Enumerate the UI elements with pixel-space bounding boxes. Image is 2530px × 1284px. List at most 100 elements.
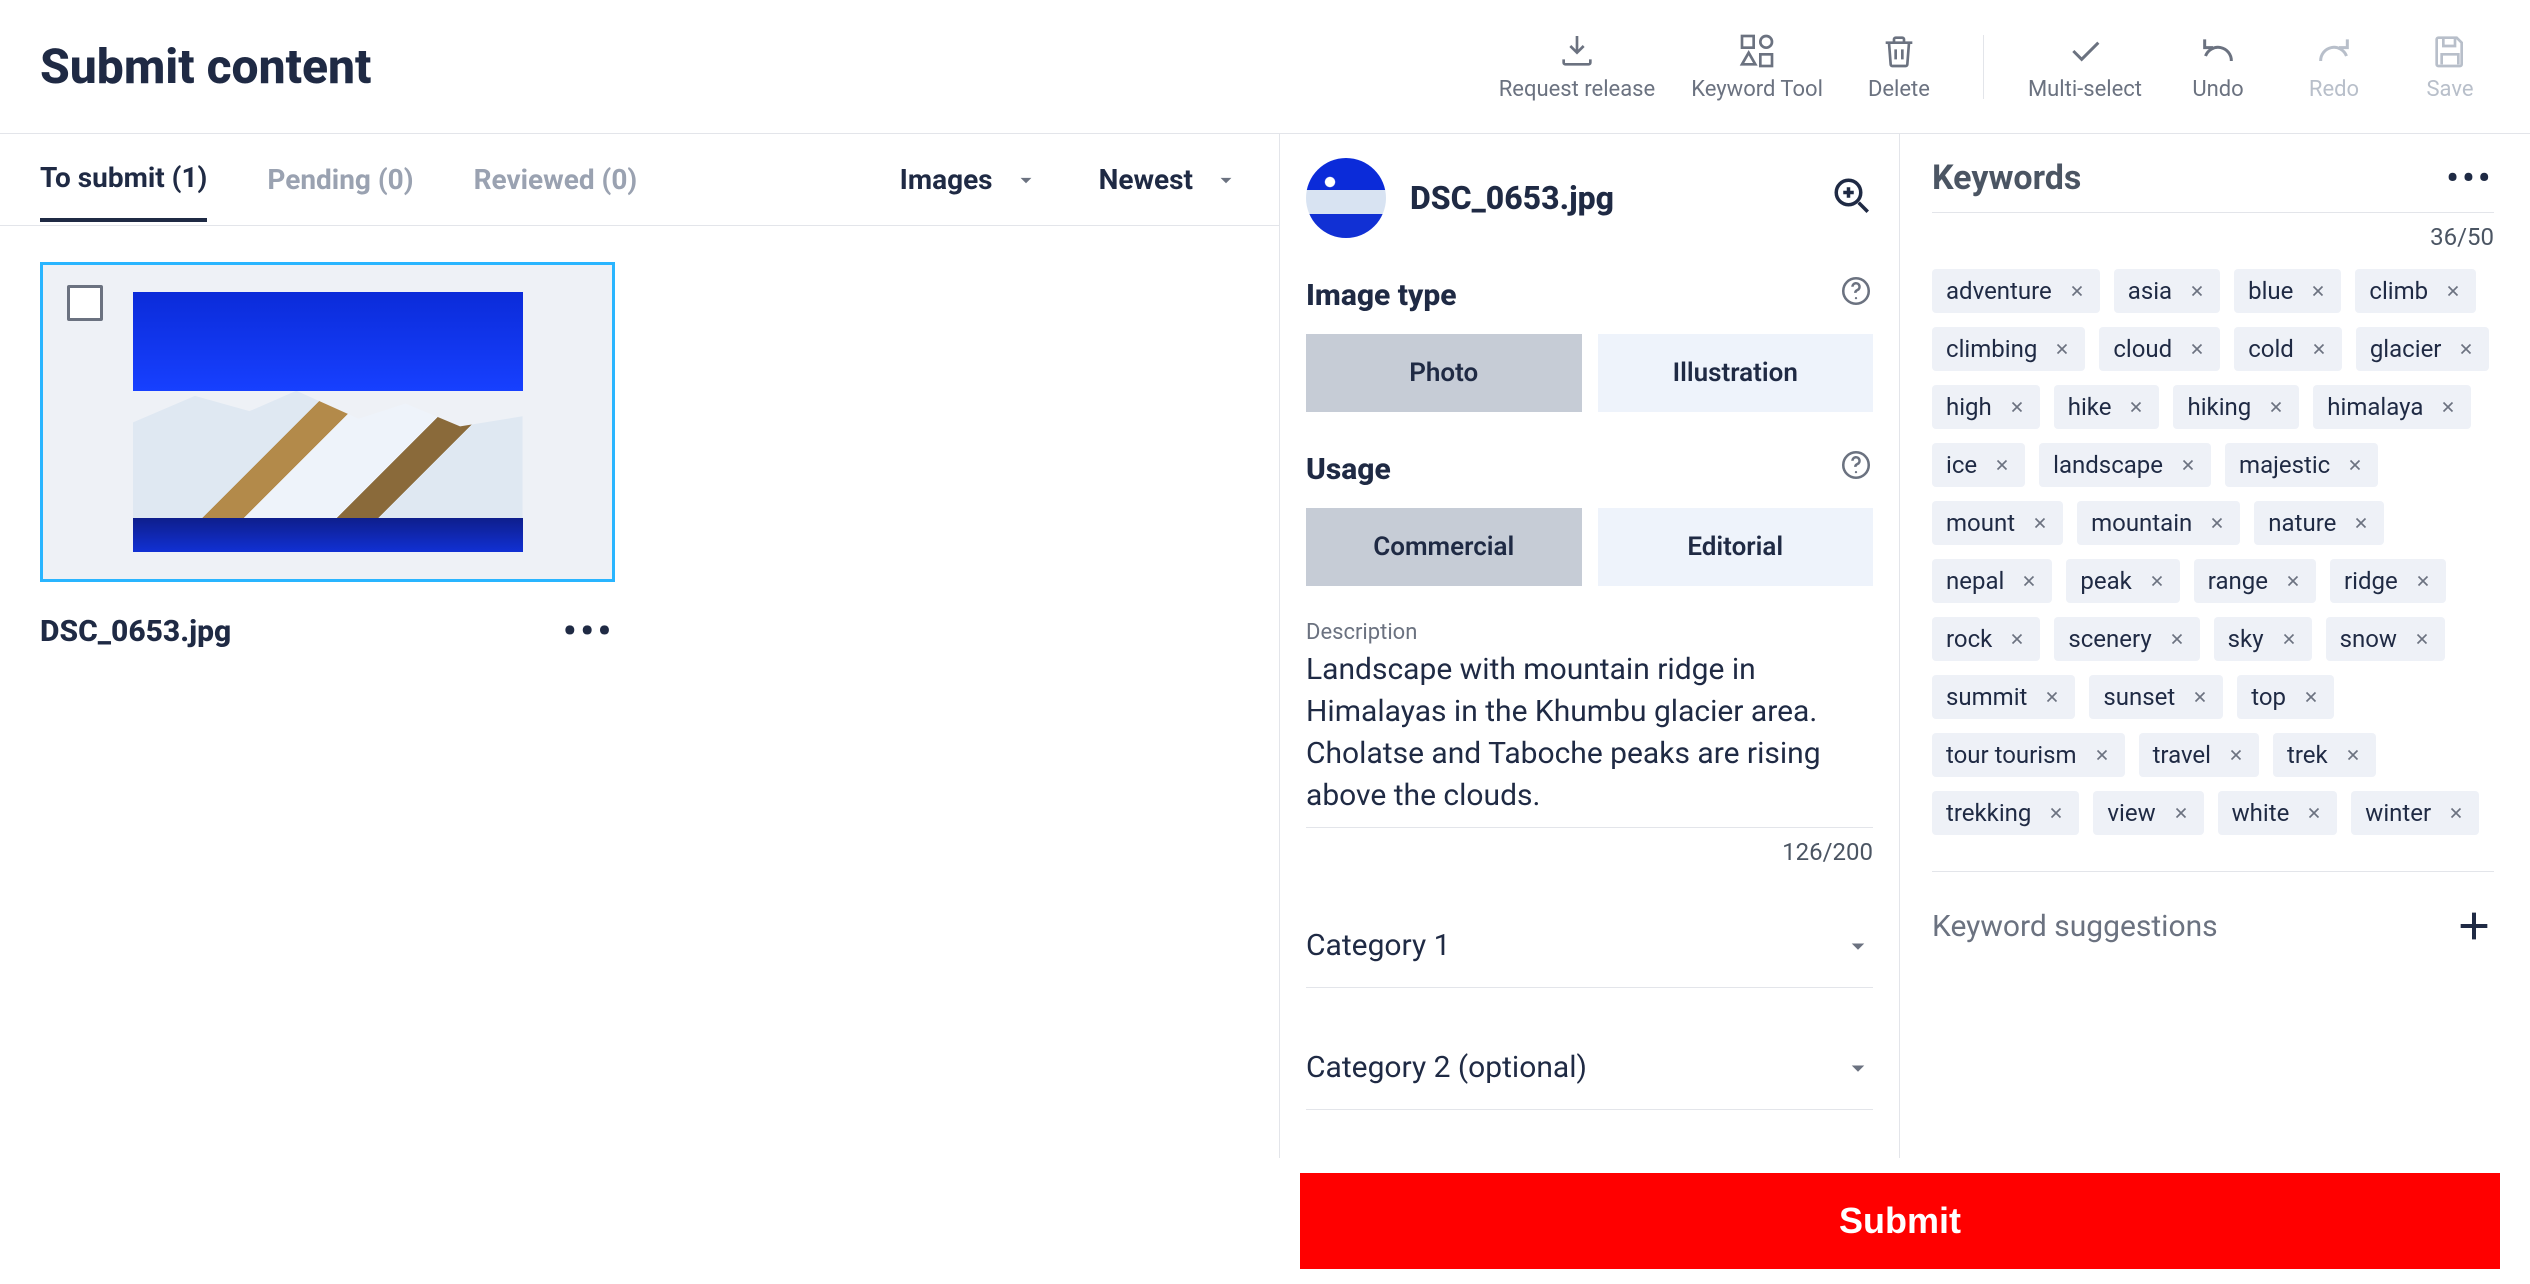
keyword-chip-remove[interactable] — [2148, 572, 2166, 590]
keyword-chip-remove[interactable] — [2310, 340, 2328, 358]
keyword-chip-remove[interactable] — [2179, 456, 2197, 474]
keyword-chip-remove[interactable] — [2414, 572, 2432, 590]
keyword-chip-remove[interactable] — [2302, 688, 2320, 706]
keyword-chip[interactable]: winter — [2351, 791, 2479, 835]
submit-button[interactable]: Submit — [1300, 1173, 2500, 1269]
keyword-chip[interactable]: peak — [2066, 559, 2179, 603]
keyword-chip-remove[interactable] — [2020, 572, 2038, 590]
request-release-button[interactable]: Request release — [1499, 31, 1655, 102]
keyword-chip-remove[interactable] — [2284, 572, 2302, 590]
keyword-chip-remove[interactable] — [2352, 514, 2370, 532]
zoom-button[interactable] — [1831, 175, 1873, 221]
category1-select[interactable]: Category 1 — [1306, 904, 1873, 988]
keyword-chip-remove[interactable] — [2280, 630, 2298, 648]
keyword-chip[interactable]: adventure — [1932, 269, 2100, 313]
keyword-chip-remove[interactable] — [2188, 340, 2206, 358]
keyword-chip[interactable]: view — [2093, 791, 2203, 835]
keyword-chip-remove[interactable] — [2168, 630, 2186, 648]
keywords-more-button[interactable]: ••• — [2446, 159, 2494, 197]
undo-button[interactable]: Undo — [2178, 31, 2258, 102]
thumbnail-card[interactable]: DSC_0653.jpg ••• — [40, 262, 615, 652]
keyword-chip[interactable]: hike — [2054, 385, 2160, 429]
keyword-chip-remove[interactable] — [2172, 804, 2190, 822]
keyword-chip[interactable]: nature — [2254, 501, 2384, 545]
save-button[interactable]: Save — [2410, 31, 2490, 102]
keyword-chip[interactable]: high — [1932, 385, 2040, 429]
keyword-chip-remove[interactable] — [2188, 282, 2206, 300]
keyword-chip-remove[interactable] — [2191, 688, 2209, 706]
usage-editorial[interactable]: Editorial — [1598, 508, 1874, 586]
keyword-chip-remove[interactable] — [2127, 398, 2145, 416]
keyword-chip[interactable]: hiking — [2173, 385, 2299, 429]
keyword-chip-remove[interactable] — [2447, 804, 2465, 822]
keyword-chip-remove[interactable] — [2444, 282, 2462, 300]
tab-to-submit[interactable]: To submit (1) — [40, 161, 207, 222]
keyword-chip[interactable]: majestic — [2225, 443, 2378, 487]
keyword-chip-remove[interactable] — [2305, 804, 2323, 822]
keyword-chip[interactable]: range — [2194, 559, 2316, 603]
keyword-chip[interactable]: mountain — [2077, 501, 2240, 545]
delete-button[interactable]: Delete — [1859, 31, 1939, 102]
filter-sort[interactable]: Newest — [1099, 163, 1239, 196]
keyword-chip[interactable]: nepal — [1932, 559, 2052, 603]
keyword-chip[interactable]: white — [2218, 791, 2338, 835]
image-type-help[interactable] — [1839, 274, 1873, 316]
keyword-chip[interactable]: mount — [1932, 501, 2063, 545]
keyword-chip-remove[interactable] — [2031, 514, 2049, 532]
keyword-chip[interactable]: summit — [1932, 675, 2075, 719]
keyword-chip-remove[interactable] — [2047, 804, 2065, 822]
usage-help[interactable] — [1839, 448, 1873, 490]
category2-select[interactable]: Category 2 (optional) — [1306, 1026, 1873, 1110]
keyword-chip-remove[interactable] — [2227, 746, 2245, 764]
keyword-chip[interactable]: sunset — [2089, 675, 2223, 719]
keyword-chip[interactable]: climbing — [1932, 327, 2085, 371]
keyword-chip[interactable]: snow — [2326, 617, 2445, 661]
redo-button[interactable]: Redo — [2294, 31, 2374, 102]
keyword-chip[interactable]: trekking — [1932, 791, 2079, 835]
keyword-chip[interactable]: sky — [2214, 617, 2312, 661]
keyword-chip-remove[interactable] — [2344, 746, 2362, 764]
thumbnail-checkbox[interactable] — [67, 285, 103, 321]
tab-pending[interactable]: Pending (0) — [267, 163, 413, 220]
keyword-chip[interactable]: trek — [2273, 733, 2376, 777]
tab-reviewed[interactable]: Reviewed (0) — [474, 163, 638, 220]
keyword-chip[interactable]: glacier — [2356, 327, 2490, 371]
keyword-chip[interactable]: himalaya — [2313, 385, 2471, 429]
keyword-chip[interactable]: scenery — [2054, 617, 2199, 661]
keyword-chip-remove[interactable] — [2008, 630, 2026, 648]
keyword-chip[interactable]: ice — [1932, 443, 2025, 487]
usage-commercial[interactable]: Commercial — [1306, 508, 1582, 586]
keyword-chip[interactable]: cloud — [2099, 327, 2220, 371]
keyword-chip-remove[interactable] — [2093, 746, 2111, 764]
keyword-chip-remove[interactable] — [2053, 340, 2071, 358]
keyword-chip[interactable]: rock — [1932, 617, 2040, 661]
keyword-chip-remove[interactable] — [2439, 398, 2457, 416]
keyword-chip-remove[interactable] — [2043, 688, 2061, 706]
multi-select-button[interactable]: Multi-select — [2028, 31, 2142, 102]
keyword-chip[interactable]: travel — [2139, 733, 2259, 777]
keyword-chip-remove[interactable] — [1993, 456, 2011, 474]
keyword-chip-remove[interactable] — [2457, 340, 2475, 358]
keyword-chip[interactable]: landscape — [2039, 443, 2211, 487]
filter-type[interactable]: Images — [900, 163, 1039, 196]
keyword-chip-remove[interactable] — [2208, 514, 2226, 532]
keyword-chip[interactable]: tour tourism — [1932, 733, 2125, 777]
thumbnail-more-button[interactable]: ••• — [563, 610, 615, 652]
keyword-chip[interactable]: top — [2237, 675, 2334, 719]
image-type-photo[interactable]: Photo — [1306, 334, 1582, 412]
keyword-chip-remove[interactable] — [2068, 282, 2086, 300]
plus-icon[interactable] — [2454, 906, 2494, 946]
keyword-chip[interactable]: climb — [2355, 269, 2476, 313]
keyword-chip[interactable]: cold — [2234, 327, 2342, 371]
keyword-chip-remove[interactable] — [2267, 398, 2285, 416]
keyword-chip[interactable]: ridge — [2330, 559, 2446, 603]
thumbnail-frame[interactable] — [40, 262, 615, 582]
keyword-chip-remove[interactable] — [2346, 456, 2364, 474]
keyword-chip-remove[interactable] — [2309, 282, 2327, 300]
keyword-chip[interactable]: asia — [2114, 269, 2220, 313]
description-text[interactable]: Landscape with mountain ridge in Himalay… — [1306, 649, 1873, 828]
keyword-tool-button[interactable]: Keyword Tool — [1691, 31, 1823, 102]
keyword-chip[interactable]: blue — [2234, 269, 2341, 313]
keyword-chip-remove[interactable] — [2413, 630, 2431, 648]
keyword-chip-remove[interactable] — [2008, 398, 2026, 416]
